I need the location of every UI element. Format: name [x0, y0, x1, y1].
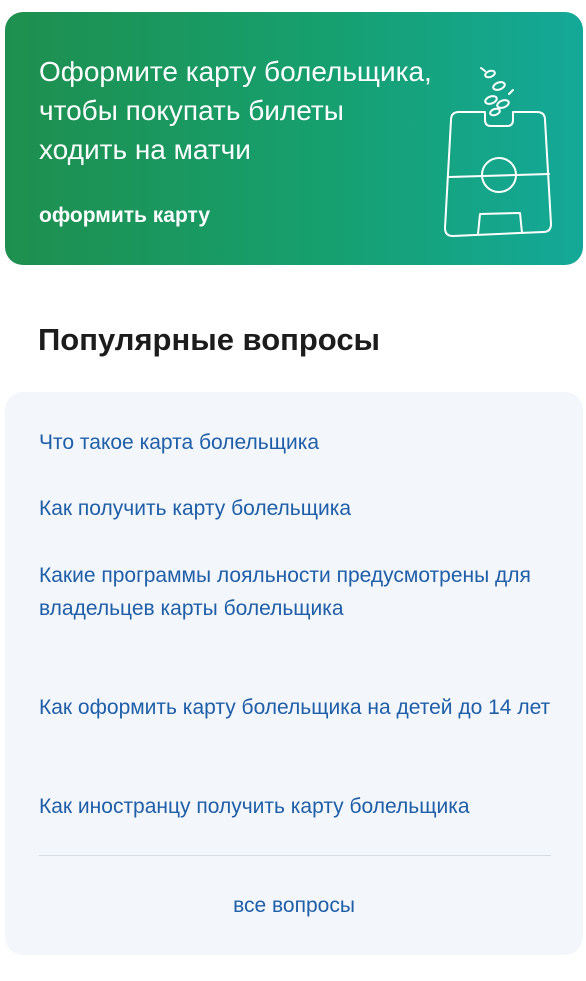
apply-card-link[interactable]: оформить карту — [39, 204, 210, 228]
football-field-ticket-icon — [444, 67, 552, 237]
faq-item[interactable]: Как иностранцу получить карту болельщика — [39, 790, 559, 823]
faq-card: Что такое карта болельщика Как получить … — [5, 392, 583, 955]
fan-card-banner: Оформите карту болельщика, чтобы покупат… — [5, 12, 583, 265]
popular-questions-title: Популярные вопросы — [38, 322, 381, 357]
faq-item[interactable]: Как оформить карту болельщика на детей д… — [39, 691, 559, 724]
faq-item[interactable]: Какие программы лояльности предусмотрены… — [39, 559, 559, 625]
faq-divider — [39, 855, 551, 856]
faq-item[interactable]: Что такое карта болельщика — [39, 426, 559, 459]
faq-item[interactable]: Как получить карту болельщика — [39, 492, 559, 525]
all-questions-link[interactable]: все вопросы — [5, 894, 583, 918]
banner-title: Оформите карту болельщика, чтобы покупат… — [39, 56, 432, 165]
